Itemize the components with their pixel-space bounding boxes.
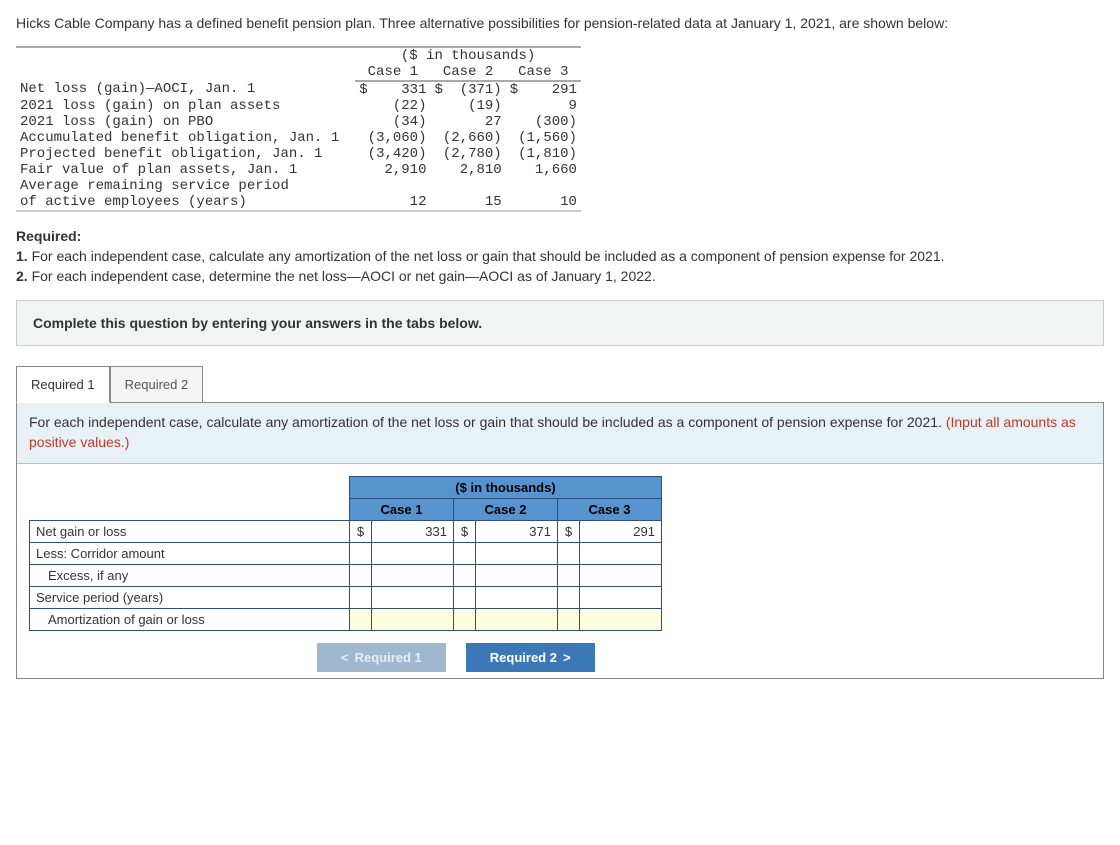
tab-required-1[interactable]: Required 1 bbox=[16, 366, 110, 403]
answer-super-head: ($ in thousands) bbox=[350, 476, 662, 498]
chevron-left-icon: < bbox=[341, 650, 349, 665]
ans-r4-label: Service period (years) bbox=[30, 586, 350, 608]
ans-r1-cur1[interactable]: $ bbox=[350, 520, 372, 542]
required-block: Required: 1. For each independent case, … bbox=[16, 226, 1104, 287]
ans-r2-v1[interactable] bbox=[372, 542, 454, 564]
ans-r2-v2[interactable] bbox=[476, 542, 558, 564]
answer-table: ($ in thousands) Case 1 Case 2 Case 3 Ne… bbox=[29, 476, 662, 631]
mono-col-3: Case 3 bbox=[506, 64, 581, 81]
ans-r3-label: Excess, if any bbox=[30, 564, 350, 586]
ans-r4-cur3[interactable] bbox=[558, 586, 580, 608]
required-2-text: For each independent case, determine the… bbox=[32, 268, 656, 284]
nav-row: < Required 1 Required 2 > bbox=[317, 643, 1103, 672]
row0-label: Net loss (gain)—AOCI, Jan. 1 bbox=[16, 81, 355, 98]
ans-r3-v3[interactable] bbox=[580, 564, 662, 586]
tab-instructions-main: For each independent case, calculate any… bbox=[29, 414, 946, 430]
answer-col-3: Case 3 bbox=[558, 498, 662, 520]
row1-label: 2021 loss (gain) on plan assets bbox=[16, 98, 355, 114]
ans-r5-cur1[interactable] bbox=[350, 608, 372, 630]
ans-r3-cur2[interactable] bbox=[454, 564, 476, 586]
ans-r1-v1[interactable]: 331 bbox=[372, 520, 454, 542]
ans-r3-cur1[interactable] bbox=[350, 564, 372, 586]
required-2-num: 2. bbox=[16, 268, 28, 284]
ans-r1-cur2[interactable]: $ bbox=[454, 520, 476, 542]
ans-r4-cur2[interactable] bbox=[454, 586, 476, 608]
ans-r4-v1[interactable] bbox=[372, 586, 454, 608]
tab-required-2[interactable]: Required 2 bbox=[110, 366, 204, 403]
tab-panel: For each independent case, calculate any… bbox=[16, 402, 1104, 678]
mono-super-head: ($ in thousands) bbox=[355, 47, 581, 64]
ans-r1-v3[interactable]: 291 bbox=[580, 520, 662, 542]
ans-r3-v2[interactable] bbox=[476, 564, 558, 586]
data-table: ($ in thousands) Case 1 Case 2 Case 3 Ne… bbox=[16, 46, 581, 212]
ans-r1-label: Net gain or loss bbox=[30, 520, 350, 542]
prev-button[interactable]: < Required 1 bbox=[317, 643, 446, 672]
ans-r5-label: Amortization of gain or loss bbox=[30, 608, 350, 630]
ans-r2-cur1[interactable] bbox=[350, 542, 372, 564]
ans-r4-v3[interactable] bbox=[580, 586, 662, 608]
mono-col-1: Case 1 bbox=[355, 64, 430, 81]
tabs: Required 1 Required 2 bbox=[16, 366, 1104, 403]
ans-r5-v3[interactable] bbox=[580, 608, 662, 630]
intro-text: Hicks Cable Company has a defined benefi… bbox=[16, 14, 1104, 34]
row4-label: Projected benefit obligation, Jan. 1 bbox=[16, 146, 355, 162]
ans-r2-label: Less: Corridor amount bbox=[30, 542, 350, 564]
ans-r3-cur3[interactable] bbox=[558, 564, 580, 586]
next-button[interactable]: Required 2 > bbox=[466, 643, 595, 672]
row3-label: Accumulated benefit obligation, Jan. 1 bbox=[16, 130, 355, 146]
ans-r5-v2[interactable] bbox=[476, 608, 558, 630]
prev-label: Required 1 bbox=[355, 650, 422, 665]
ans-r2-v3[interactable] bbox=[580, 542, 662, 564]
ans-r2-cur2[interactable] bbox=[454, 542, 476, 564]
ans-r4-v2[interactable] bbox=[476, 586, 558, 608]
instruction-box: Complete this question by entering your … bbox=[16, 300, 1104, 346]
answer-col-1: Case 1 bbox=[350, 498, 454, 520]
ans-r5-cur2[interactable] bbox=[454, 608, 476, 630]
required-title: Required: bbox=[16, 228, 81, 244]
chevron-right-icon: > bbox=[563, 650, 571, 665]
required-1-text: For each independent case, calculate any… bbox=[32, 248, 945, 264]
ans-r5-v1[interactable] bbox=[372, 608, 454, 630]
row6-label: Average remaining service period bbox=[16, 178, 355, 194]
required-1-num: 1. bbox=[16, 248, 28, 264]
ans-r5-cur3[interactable] bbox=[558, 608, 580, 630]
ans-r4-cur1[interactable] bbox=[350, 586, 372, 608]
ans-r1-cur3[interactable]: $ bbox=[558, 520, 580, 542]
row2-label: 2021 loss (gain) on PBO bbox=[16, 114, 355, 130]
ans-r3-v1[interactable] bbox=[372, 564, 454, 586]
row7-label: of active employees (years) bbox=[16, 194, 355, 211]
row5-label: Fair value of plan assets, Jan. 1 bbox=[16, 162, 355, 178]
answer-col-2: Case 2 bbox=[454, 498, 558, 520]
tab-instructions: For each independent case, calculate any… bbox=[17, 403, 1103, 463]
mono-col-2: Case 2 bbox=[430, 64, 505, 81]
next-label: Required 2 bbox=[490, 650, 557, 665]
ans-r1-v2[interactable]: 371 bbox=[476, 520, 558, 542]
ans-r2-cur3[interactable] bbox=[558, 542, 580, 564]
